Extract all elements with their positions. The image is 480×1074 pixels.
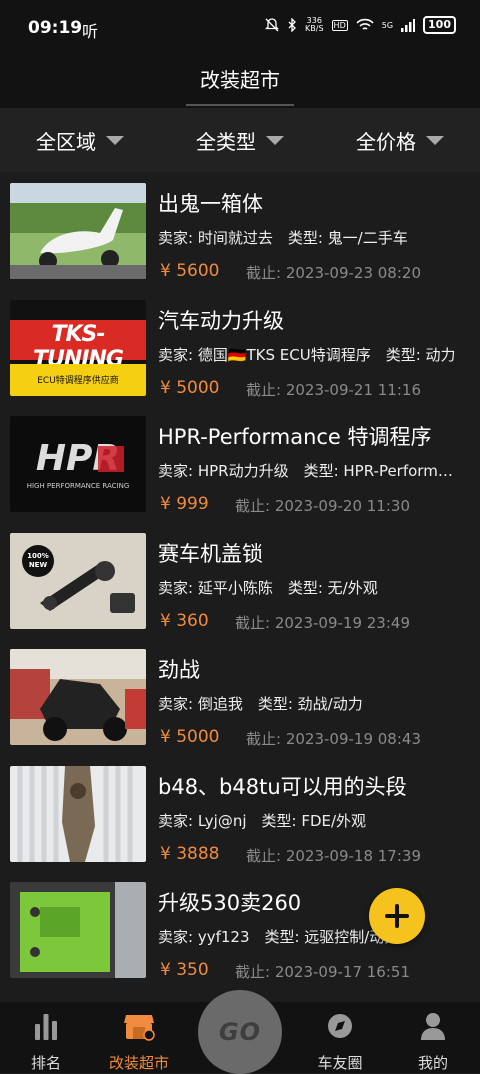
list-item[interactable]: b48、b48tu可以用的头段 卖家: Lyj@nj 类型: FDE/外观 ¥ … xyxy=(0,761,480,878)
list-item[interactable]: TKS-TUNING ECU特调程序供应商 汽车动力升级 卖家: 德国🇩🇪TKS… xyxy=(0,295,480,412)
scooter-thumbnail xyxy=(10,183,146,279)
item-price: ¥ 350 xyxy=(160,960,209,980)
title-underline xyxy=(186,104,294,106)
item-meta: 卖家: 延平小陈陈 类型: 无/外观 xyxy=(158,578,378,597)
add-listing-button[interactable] xyxy=(369,888,425,944)
plus-icon xyxy=(385,904,409,928)
list-item[interactable]: 劲战 卖家: 倒追我 类型: 劲战/动力 ¥ 5000 截止: 2023-09-… xyxy=(0,644,480,761)
listing-list: 出鬼一箱体 卖家: 时间就过去 类型: 鬼一/二手车 ¥ 5600 截止: 20… xyxy=(0,178,480,994)
hpr-logo-text: HPR xyxy=(35,438,121,479)
item-deadline: 截止: 2023-09-19 08:43 xyxy=(246,730,421,748)
item-title: HPR-Performance 特调程序 xyxy=(158,425,432,449)
item-deadline: 截止: 2023-09-23 08:20 xyxy=(246,264,421,282)
list-item[interactable]: 100% NEW 赛车机盖锁 卖家: 延平小陈陈 类型: 无/外观 ¥ 360 … xyxy=(0,528,480,645)
filter-bar: 全区域 全类型 全价格 xyxy=(0,108,480,172)
list-item[interactable]: HPR HIGH PERFORMANCE RACING HPR-Performa… xyxy=(0,411,480,528)
nav-ranking[interactable]: 排名 xyxy=(6,1010,86,1073)
caret-down-icon xyxy=(106,135,124,145)
signal-bars-icon xyxy=(401,19,416,32)
page-title: 改装超市 xyxy=(200,68,280,92)
shop-icon xyxy=(124,1015,155,1041)
caret-down-icon xyxy=(266,135,284,145)
item-meta: 卖家: Lyj@nj 类型: FDE/外观 xyxy=(158,811,367,830)
item-title: 升级530卖260 xyxy=(158,891,302,915)
item-title: 汽车动力升级 xyxy=(158,308,284,333)
item-deadline: 截止: 2023-09-19 23:49 xyxy=(235,613,410,632)
filter-price-label: 全价格 xyxy=(356,129,416,154)
item-price: ¥ 3888 xyxy=(160,843,220,864)
motorcycle-thumbnail xyxy=(10,649,146,745)
item-title: 出鬼一箱体 xyxy=(158,192,263,216)
status-icons: 336 KB/S HD 5G 100 xyxy=(265,16,456,34)
new-badge: 100% NEW xyxy=(22,544,54,577)
item-price: ¥ 5000 xyxy=(160,727,220,747)
item-deadline: 截止: 2023-09-20 11:30 xyxy=(235,497,410,515)
net-speed: 336 KB/S xyxy=(305,17,324,33)
hd-badge: HD xyxy=(331,19,348,31)
item-price: ¥ 360 xyxy=(160,610,209,631)
bluetooth-icon xyxy=(288,18,296,32)
bar-chart-icon xyxy=(35,1014,57,1040)
green-parts-thumbnail xyxy=(10,882,146,978)
caret-down-icon xyxy=(426,135,444,145)
nav-mine-label: 我的 xyxy=(417,1054,448,1072)
item-deadline: 截止: 2023-09-17 16:51 xyxy=(235,963,410,981)
hpr-thumbnail: HPR HIGH PERFORMANCE RACING xyxy=(10,416,146,512)
item-title: b48、b48tu可以用的头段 xyxy=(158,774,407,799)
list-item[interactable]: 出鬼一箱体 卖家: 时间就过去 类型: 鬼一/二手车 ¥ 5600 截止: 20… xyxy=(0,178,480,295)
item-meta: 卖家: 倒追我 类型: 劲战/动力 xyxy=(158,695,363,713)
item-deadline: 截止: 2023-09-21 11:16 xyxy=(246,380,421,399)
item-title: 赛车机盖锁 xyxy=(158,541,263,566)
item-meta: 卖家: 时间就过去 类型: 鬼一/二手车 xyxy=(158,229,408,247)
nav-car-friends[interactable]: 车友圈 xyxy=(300,1010,380,1073)
go-center-button[interactable]: GO xyxy=(198,990,282,1074)
item-title: 劲战 xyxy=(158,658,200,682)
tks-logo-sub: ECU特调程序供应商 xyxy=(37,375,119,386)
status-extra-text: 听 xyxy=(82,22,99,41)
title-bar: 改装超市 xyxy=(0,56,480,108)
item-price: ¥ 5600 xyxy=(160,261,220,281)
filter-type-label: 全类型 xyxy=(196,129,256,154)
item-meta: 卖家: 德国🇩🇪TKS ECU特调程序 类型: 动力 xyxy=(158,345,456,364)
filter-price[interactable]: 全价格 xyxy=(320,108,480,172)
filter-region[interactable]: 全区域 xyxy=(0,108,160,172)
nav-car-friends-label: 车友圈 xyxy=(317,1054,363,1072)
exhaust-pipe-thumbnail xyxy=(10,765,146,862)
net-speed-unit: KB/S xyxy=(305,24,324,33)
battery-indicator: 100 xyxy=(423,16,456,34)
wifi-icon xyxy=(356,18,374,30)
nav-mine[interactable]: 我的 xyxy=(393,1010,473,1073)
compass-icon xyxy=(328,1014,352,1038)
nav-ranking-label: 排名 xyxy=(30,1054,61,1072)
status-time: 09:19 xyxy=(28,18,83,38)
user-icon xyxy=(421,1013,445,1040)
filter-region-label: 全区域 xyxy=(36,129,96,154)
tks-tuning-thumbnail: TKS-TUNING ECU特调程序供应商 xyxy=(10,299,146,396)
mute-bell-icon xyxy=(265,18,280,32)
hood-lock-thumbnail: 100% NEW xyxy=(10,532,146,629)
nav-mod-market[interactable]: 改装超市 xyxy=(99,1010,179,1073)
status-bar: 09:19 听 336 KB/S HD 5G 100 xyxy=(0,0,480,56)
item-price: ¥ 5000 xyxy=(160,377,220,398)
nav-mod-market-label: 改装超市 xyxy=(108,1054,169,1072)
filter-type[interactable]: 全类型 xyxy=(160,108,320,172)
signal-label: 5G xyxy=(381,20,394,30)
item-meta: 卖家: HPR动力升级 类型: HPR-Performance xyxy=(158,462,460,480)
item-price: ¥ 999 xyxy=(160,494,209,514)
hpr-logo-sub: HIGH PERFORMANCE RACING xyxy=(26,482,130,490)
item-deadline: 截止: 2023-09-18 17:39 xyxy=(246,846,421,865)
